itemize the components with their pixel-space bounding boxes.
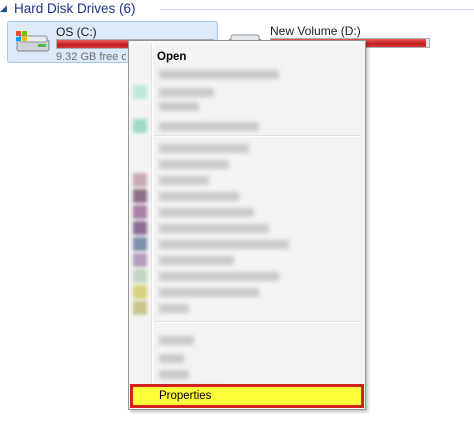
obscured-label xyxy=(159,336,194,345)
drive-d-name: New Volume (D:) xyxy=(270,24,361,38)
obscured-icon xyxy=(133,285,147,299)
menu-item-open-label: Open xyxy=(157,51,187,63)
obscured-label xyxy=(159,224,269,233)
menu-item-obscured[interactable] xyxy=(131,331,363,349)
obscured-label xyxy=(159,288,259,297)
menu-separator xyxy=(155,135,361,137)
obscured-label xyxy=(159,122,259,131)
menu-item-obscured[interactable] xyxy=(131,117,363,135)
menu-item-properties[interactable]: Properties xyxy=(130,384,364,408)
obscured-icon xyxy=(133,237,147,251)
obscured-label xyxy=(159,304,189,313)
obscured-label xyxy=(159,354,184,363)
context-menu: Open Properties xyxy=(128,40,366,410)
drive-c-free-space: 9.32 GB free of 1 xyxy=(56,51,126,63)
obscured-label xyxy=(159,88,214,97)
obscured-label xyxy=(159,192,239,201)
obscured-icon xyxy=(133,269,147,283)
obscured-label xyxy=(159,144,249,153)
obscured-label xyxy=(159,176,209,185)
menu-item-obscured[interactable] xyxy=(131,97,363,115)
obscured-icon xyxy=(133,189,147,203)
obscured-label xyxy=(159,370,189,379)
obscured-label xyxy=(159,70,279,79)
menu-item-obscured[interactable] xyxy=(131,65,363,83)
hard-drive-icon xyxy=(16,31,50,52)
group-divider xyxy=(160,9,474,10)
obscured-icon xyxy=(133,119,147,133)
obscured-label xyxy=(159,240,289,249)
obscured-label xyxy=(159,160,229,169)
collapse-chevron-icon[interactable]: ◢ xyxy=(0,2,10,14)
obscured-icon xyxy=(133,301,147,315)
obscured-label xyxy=(159,272,279,281)
obscured-icon xyxy=(133,205,147,219)
group-title: Hard Disk Drives (6) xyxy=(14,1,136,16)
obscured-label xyxy=(159,102,199,111)
obscured-icon xyxy=(133,253,147,267)
group-header-hard-disk-drives[interactable]: ◢ Hard Disk Drives (6) xyxy=(0,0,474,18)
drive-c-name: OS (C:) xyxy=(56,25,97,39)
obscured-icon xyxy=(133,221,147,235)
menu-item-properties-label: Properties xyxy=(159,390,212,402)
menu-item-obscured[interactable] xyxy=(131,299,363,317)
obscured-label xyxy=(159,208,254,217)
menu-separator xyxy=(155,321,361,323)
obscured-icon xyxy=(133,173,147,187)
obscured-label xyxy=(159,256,234,265)
